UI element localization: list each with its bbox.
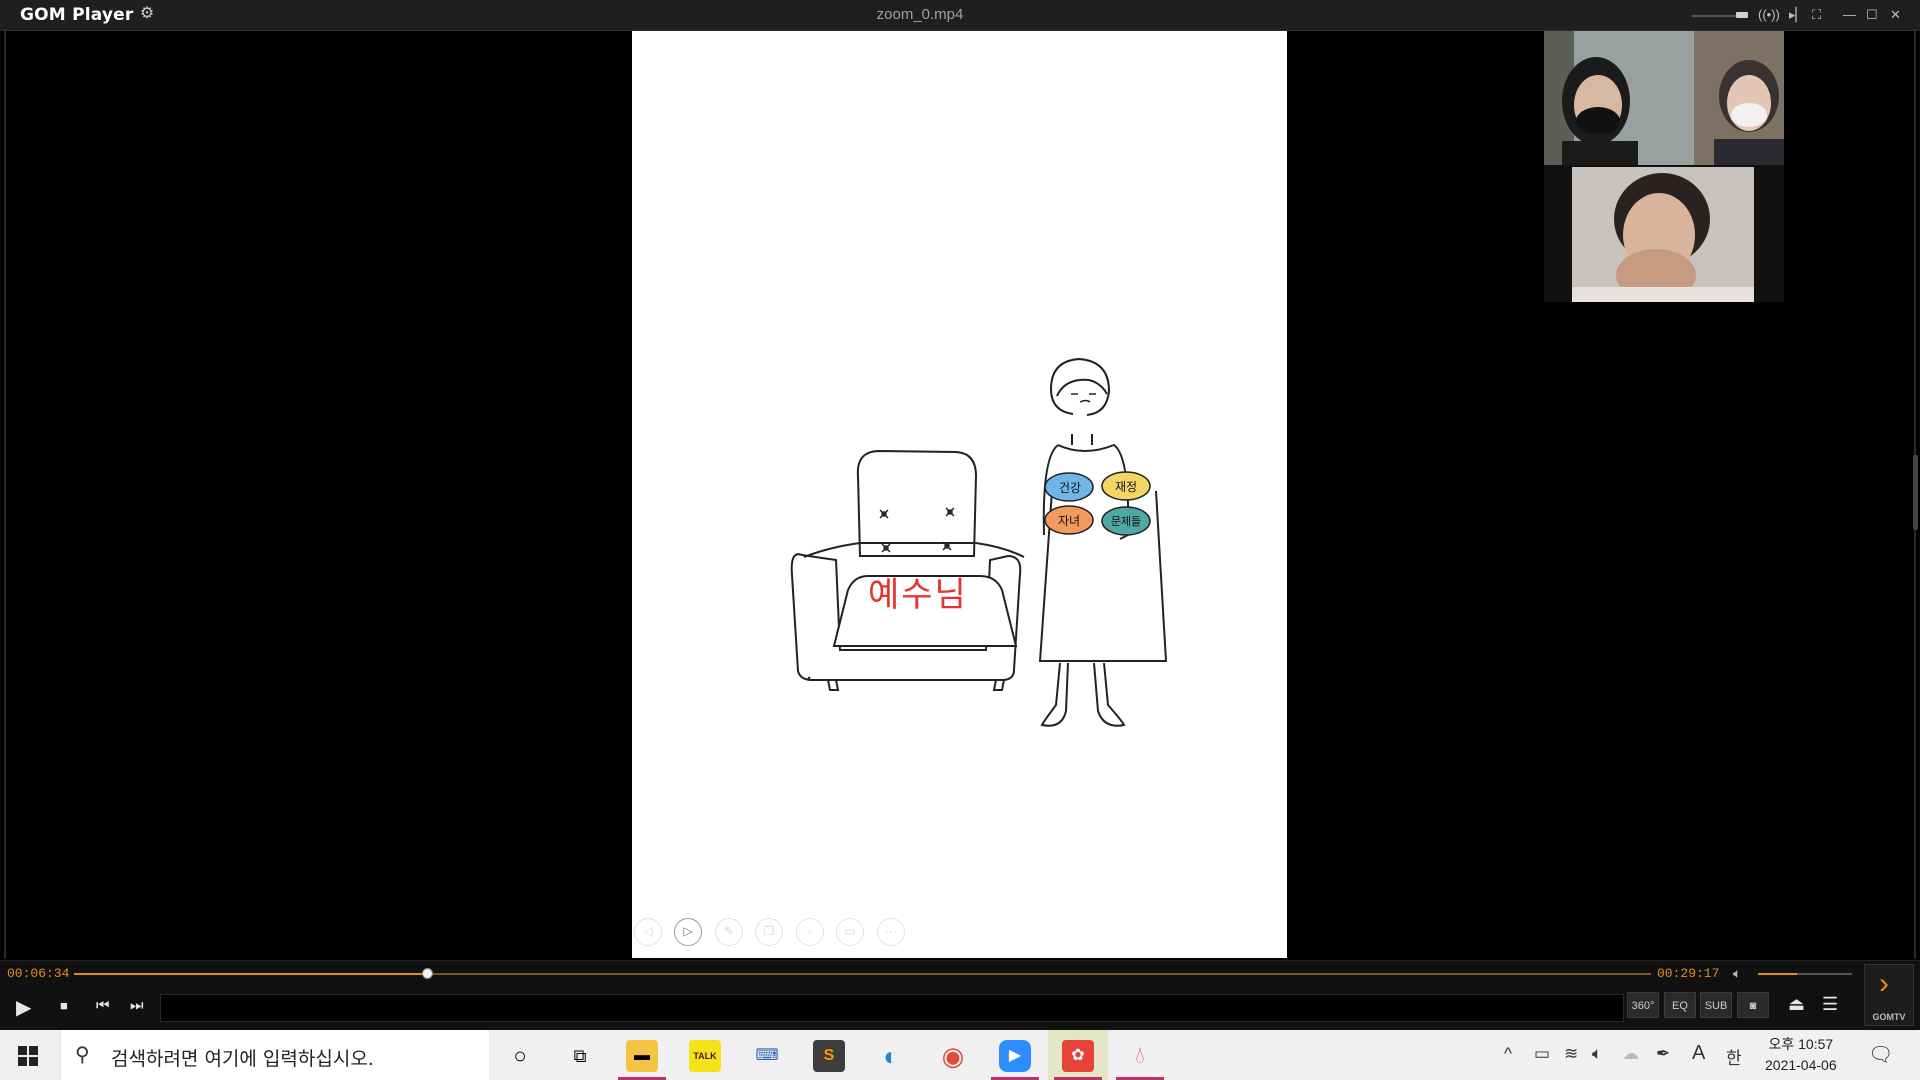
menu-icon[interactable]: ☰ (1822, 994, 1838, 1015)
chevron-up-icon[interactable]: ^ (1504, 1044, 1512, 1064)
more-icon[interactable]: ··· (877, 918, 905, 946)
participant-video-2 (1544, 167, 1784, 302)
side-panel-handle[interactable] (1913, 455, 1918, 530)
playlist-bar[interactable] (160, 994, 1624, 1022)
ime-a[interactable]: A (1692, 1042, 1705, 1065)
speaker-icon[interactable]: 🔈︎ (1592, 1044, 1602, 1064)
subtitle-icon[interactable]: ▭ (836, 918, 864, 946)
zoom-gallery (1544, 31, 1784, 302)
chrome-icon[interactable]: ◉ (937, 1040, 969, 1072)
seek-progress (74, 973, 428, 975)
volume-icon[interactable]: 🔈︎ (1733, 965, 1741, 982)
close-button[interactable]: ✕ (1890, 6, 1901, 24)
bubble-label-children: 자녀 (1057, 514, 1081, 528)
taskbar-search[interactable]: ⚲ 검색하려면 여기에 입력하십시오. (60, 1030, 489, 1080)
zoom-icon[interactable]: ⌕ (796, 918, 824, 946)
volume-level (1758, 973, 1798, 975)
clock-date: 2021-04-06 (1765, 1057, 1837, 1073)
previous-button[interactable]: ⏮︎ (96, 997, 110, 1014)
eject-icon[interactable]: ⏏ (1788, 994, 1805, 1015)
participant-1-image (1544, 31, 1784, 165)
gomtv-button[interactable]: › GOMTV (1864, 964, 1914, 1026)
current-time: 00:06:34 (7, 966, 70, 981)
task-view-icon[interactable]: ⧉ (564, 1040, 596, 1072)
cortana-icon[interactable]: ○ (504, 1040, 536, 1072)
edge-icon[interactable]: ◐ (875, 1040, 907, 1072)
search-placeholder: 검색하려면 여기에 입력하십시오. (111, 1048, 374, 1070)
notification-icon[interactable]: 🗨︎ (1868, 1042, 1893, 1067)
network-icon[interactable]: ⌨ (751, 1040, 783, 1072)
participant-video-1 (1544, 31, 1784, 165)
windows-logo (18, 1046, 38, 1066)
slide-illustration (790, 357, 1168, 727)
play-button[interactable]: ▶ (16, 995, 31, 1020)
gomtv-label: GOMTV (1872, 1012, 1906, 1022)
pen-tray-icon[interactable]: ✒ (1656, 1044, 1670, 1064)
app-icon[interactable]: ✿ (1062, 1040, 1094, 1072)
chevron-right-icon: › (1879, 967, 1889, 1000)
equalizer-button[interactable]: EQ (1664, 992, 1696, 1018)
battery-icon[interactable]: ▭ (1534, 1044, 1550, 1064)
zoom-icon[interactable]: ▶ (999, 1040, 1031, 1072)
seek-bar[interactable] (74, 968, 1651, 979)
clock-time: 오후 10:57 (1768, 1036, 1834, 1052)
play-mini-icon[interactable]: ▸▏ (1789, 6, 1806, 24)
search-icon: ⚲ (75, 1044, 90, 1066)
prev-icon[interactable]: ◁ (634, 918, 662, 946)
next-button[interactable]: ⏭︎ (130, 997, 144, 1014)
droplet-icon[interactable]: 💧︎ (1124, 1040, 1156, 1072)
broadcast-icon[interactable]: ((•)) (1758, 6, 1780, 24)
subtitle-button[interactable]: SUB (1700, 992, 1732, 1018)
mini-volume-knob[interactable] (1736, 12, 1748, 18)
sublime-icon[interactable]: S (813, 1040, 845, 1072)
woman-figure (1038, 357, 1168, 727)
minimize-button[interactable]: — (1843, 6, 1856, 24)
maximize-button[interactable]: ☐ (1866, 6, 1878, 24)
cloud-icon[interactable]: ☁ (1622, 1044, 1639, 1064)
title-bar: GOM Player ⚙ zoom_0.mp4 ((•)) ▸▏ ⛶ — ☐ ✕ (0, 0, 1920, 31)
kakaotalk-icon[interactable]: TALK (689, 1040, 721, 1072)
file-explorer-icon[interactable]: ▬ (626, 1040, 658, 1072)
player-controls: 00:06:34 00:29:17 🔈︎ ▶ ■ ⏮︎ ⏭︎ 360° EQ S… (0, 960, 1920, 1031)
fullscreen-icon[interactable]: ⛶ (1812, 6, 1821, 24)
total-time: 00:29:17 (1657, 966, 1720, 981)
taskbar: ⚲ 검색하려면 여기에 입력하십시오. ○ ⧉ ▬ TALK ⌨ S ◐ ◉ ▶… (0, 1030, 1920, 1080)
windows-start-icon[interactable] (18, 1046, 38, 1071)
window-title: zoom_0.mp4 (876, 6, 964, 23)
seek-knob[interactable] (422, 968, 434, 979)
bubble-label-problems: 문제들 (1110, 516, 1142, 528)
vr-360-button[interactable]: 360° (1627, 992, 1659, 1018)
copy-icon[interactable]: ❐ (755, 918, 783, 946)
play-icon[interactable]: ▷ (674, 918, 702, 946)
participant-2-image (1572, 167, 1754, 302)
clock[interactable]: 오후 10:57 2021-04-06 (1765, 1034, 1837, 1076)
volume-slider[interactable] (1758, 973, 1852, 975)
pen-icon[interactable]: ✎ (715, 918, 743, 946)
seat-label: 예수님 (868, 575, 968, 615)
capture-icon[interactable]: ◙ (1737, 992, 1769, 1018)
bubble-label-finance: 재정 (1114, 480, 1138, 494)
ime-han[interactable]: 한 (1726, 1044, 1742, 1069)
stop-button[interactable]: ■ (60, 998, 68, 1013)
wifi-icon[interactable]: ≋ (1564, 1044, 1578, 1064)
video-slide[interactable]: 예수님 건강 재정 자녀 문제들 ◁ ▷ ✎ ❐ ⌕ ▭ ··· (632, 31, 1287, 958)
bubble-label-health: 건강 (1058, 481, 1082, 495)
